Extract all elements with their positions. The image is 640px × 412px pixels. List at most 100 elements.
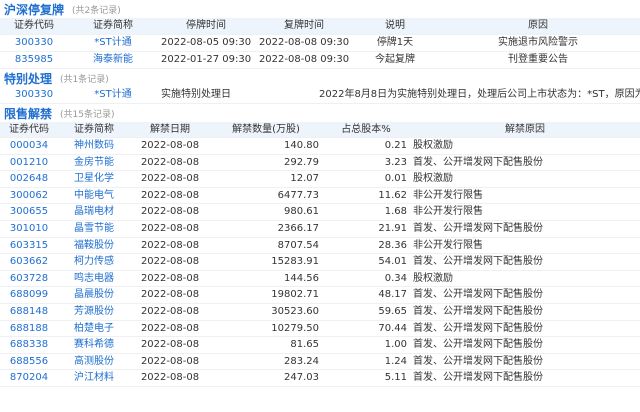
unlock-reason: 首发、公开增发网下配售股份 [410,353,640,371]
unlock-amount: 19802.71 [210,286,322,304]
col-header: 证券代码 [0,18,68,35]
col-header: 解禁原因 [410,122,640,138]
table-row: 870204 沪江材料 2022-08-08 247.03 5.11 首发、公开增发网下配… [0,369,640,387]
unlock-date: 2022-08-08 [130,203,210,221]
unlock-reason: 首发、公开增发网下配售股份 [410,369,640,387]
unlock-reason: 股权激励 [410,137,640,155]
unlock-reason: 首发、公开增发网下配售股份 [410,220,640,238]
stock-code-link[interactable]: 301010 [0,220,58,238]
unlock-amount: 980.61 [210,203,322,221]
unlock-percent: 70.44 [322,320,410,338]
table-row: 300655 晶瑞电材 2022-08-08 980.61 1.68 非公开发行限售 [0,203,640,221]
unlock-date: 2022-08-08 [130,170,210,188]
table-row: 688099 晶晨股份 2022-08-08 19802.71 48.17 首发、公开增发… [0,286,640,304]
stock-name-link[interactable]: 海泰新能 [68,51,158,69]
stock-code-link[interactable]: 688188 [0,320,58,338]
unlock-reason: 非公开发行限售 [410,237,640,255]
unlock-reason: 首发、公开增发网下配售股份 [410,303,640,321]
stock-code-link[interactable]: 688556 [0,353,58,371]
unlock-date: 2022-08-08 [130,303,210,321]
stock-name-link[interactable]: 晶雪节能 [58,220,130,238]
unlock-reason: 首发、公开增发网下配售股份 [410,336,640,354]
col-header: 原因 [436,18,640,35]
stock-code-link[interactable]: 002648 [0,170,58,188]
stock-name-link[interactable]: 柏楚电子 [58,320,130,338]
stock-name-link[interactable]: 晶瑞电材 [58,203,130,221]
stock-code-link[interactable]: 300062 [0,187,58,205]
stock-name-link[interactable]: 芳源股份 [58,303,130,321]
stock-name-link[interactable]: *ST计通 [68,87,158,104]
table-row: 603728 鸣志电器 2022-08-08 144.56 0.34 股权激励 [0,270,640,288]
stock-code-link[interactable]: 688148 [0,303,58,321]
special-count: (共1条记录) [60,74,109,85]
unlock-percent: 59.65 [322,303,410,321]
special-title: 特别处理 [4,71,53,86]
stock-code-link[interactable]: 835985 [0,51,68,69]
stock-name-link[interactable]: 福鞍股份 [58,237,130,255]
table-row: 688188 柏楚电子 2022-08-08 10279.50 70.44 首发、公开增发… [0,320,640,338]
unlock-percent: 48.17 [322,286,410,304]
unlock-percent: 1.68 [322,203,410,221]
stock-code-link[interactable]: 300330 [0,34,68,52]
stock-name-link[interactable]: 晶晨股份 [58,286,130,304]
unlock-date: 2022-08-08 [130,286,210,304]
unlock-date: 2022-08-08 [130,369,210,387]
unlock-reason: 非公开发行限售 [410,187,640,205]
unlock-amount: 15283.91 [210,253,322,271]
unlock-reason: 非公开发行限售 [410,203,640,221]
unlock-date: 2022-08-08 [130,353,210,371]
table-row: 000034 神州数码 2022-08-08 140.80 0.21 股权激励 [0,137,640,155]
stock-code-link[interactable]: 603728 [0,270,58,288]
special-section-header: 特别处理 (共1条记录) [0,69,640,87]
unlock-percent: 1.00 [322,336,410,354]
table-row: 688338 赛科希德 2022-08-08 81.65 1.00 首发、公开增发网下配售… [0,336,640,354]
unlock-percent: 11.62 [322,187,410,205]
unlock-amount: 140.80 [210,137,322,155]
unlock-amount: 283.24 [210,353,322,371]
stock-code-link[interactable]: 870204 [0,369,58,387]
unlock-date: 2022-08-08 [130,320,210,338]
stock-code-link[interactable]: 000034 [0,137,58,155]
stock-code-link[interactable]: 300655 [0,203,58,221]
stock-name-link[interactable]: 神州数码 [58,137,130,155]
stock-name-link[interactable]: 柯力传感 [58,253,130,271]
stock-code-link[interactable]: 001210 [0,154,58,172]
stock-name-link[interactable]: 沪江材料 [58,369,130,387]
stock-code-link[interactable]: 688099 [0,286,58,304]
stock-code-link[interactable]: 688338 [0,336,58,354]
unlock-date: 2022-08-08 [130,187,210,205]
unlock-reason: 首发、公开增发网下配售股份 [410,253,640,271]
stock-name-link[interactable]: 金房节能 [58,154,130,172]
unlock-date: 2022-08-08 [130,154,210,172]
suspend-time: 2022-01-27 09:30 [158,51,254,69]
stock-name-link[interactable]: *ST计通 [68,34,158,52]
col-header: 证券代码 [0,122,58,138]
stock-name-link[interactable]: 高测股份 [58,353,130,371]
col-header: 解禁日期 [130,122,210,138]
unlock-date: 2022-08-08 [130,253,210,271]
col-header: 证券简称 [58,122,130,138]
table-row: 603662 柯力传感 2022-08-08 15283.91 54.01 首发、公开增发… [0,253,640,271]
stock-code-link[interactable]: 603662 [0,253,58,271]
unlock-percent: 0.34 [322,270,410,288]
stock-code-link[interactable]: 300330 [0,87,68,104]
stock-name-link[interactable]: 赛科希德 [58,336,130,354]
unlock-percent: 0.21 [322,137,410,155]
table-row: 835985 海泰新能 2022-01-27 09:30 2022-08-08 09:… [0,51,640,69]
stock-name-link[interactable]: 鸣志电器 [58,270,130,288]
note: 今起复牌 [354,51,436,69]
stock-name-link[interactable]: 中能电气 [58,187,130,205]
reason: 刊登重要公告 [436,51,640,69]
stock-code-link[interactable]: 603315 [0,237,58,255]
table-row: 603315 福鞍股份 2022-08-08 8707.54 28.36 非公开发行限售 [0,237,640,255]
treatment-type: 实施特别处理日 [158,87,316,104]
table-row: 301010 晶雪节能 2022-08-08 2366.17 21.91 首发、公开增发网… [0,220,640,238]
suspend-table: 证券代码 证券简称 停牌时间 复牌时间 说明 原因 300330 *ST计通 202… [0,18,640,69]
stock-name-link[interactable]: 卫星化学 [58,170,130,188]
col-header: 复牌时间 [254,18,354,35]
suspend-section-header: 沪深停复牌 (共2条记录) [0,0,640,18]
unlock-amount: 6477.73 [210,187,322,205]
unlock-section-header: 限售解禁 (共15条记录) [0,104,640,122]
unlock-header-row: 证券代码 证券简称 解禁日期 解禁数量(万股) 占总股本% 解禁原因 [0,122,640,138]
table-row: 300330 *ST计通 实施特别处理日 2022年8月8日为实施特别处理日，处理后公… [0,87,640,104]
